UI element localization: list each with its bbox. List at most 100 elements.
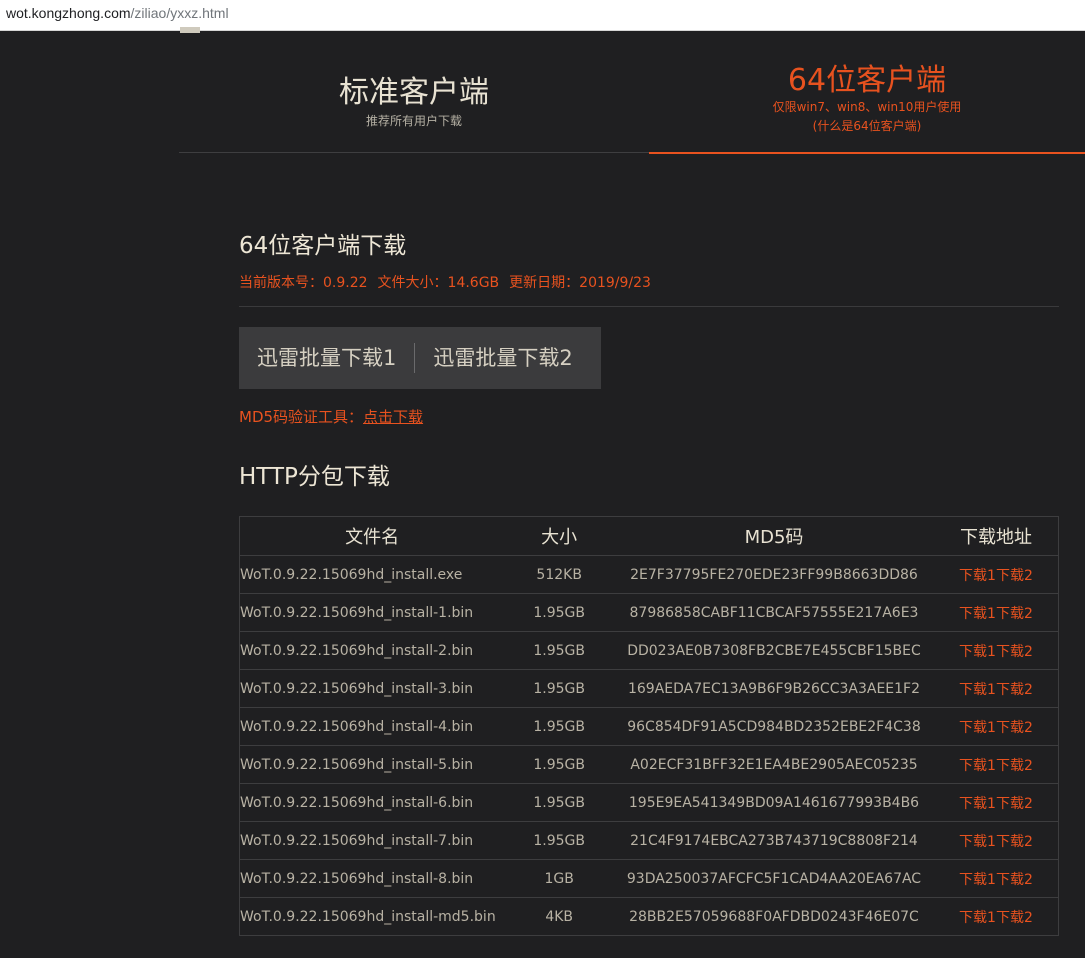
md5-tool: MD5码验证工具：点击下载 bbox=[239, 406, 1059, 427]
file-name: WoT.0.9.22.15069hd_install-4.bin bbox=[239, 707, 505, 746]
download-links: 下载1下载2 bbox=[933, 745, 1059, 784]
download-2-link[interactable]: 下载2 bbox=[996, 834, 1033, 850]
url-path: /ziliao/yxxz.html bbox=[130, 5, 229, 21]
what-is-64bit-link[interactable]: (什么是64位客户端) bbox=[649, 117, 1085, 136]
url-host: wot.kongzhong.com bbox=[6, 5, 131, 21]
md5-hash: DD023AE0B7308FB2CBE7E455CBF15BEC bbox=[614, 631, 934, 670]
download-1-link[interactable]: 下载1 bbox=[959, 568, 996, 584]
table-row: WoT.0.9.22.15069hd_install-2.bin 1.95GB DD… bbox=[239, 631, 1059, 670]
header-download: 下载地址 bbox=[933, 516, 1059, 556]
download-1-link[interactable]: 下载1 bbox=[959, 682, 996, 698]
md5-hash: 21C4F9174EBCA273B743719C8808F214 bbox=[614, 821, 934, 860]
client-tabs: 标准客户端 推荐所有用户下载 64位客户端 仅限win7、win8、win10用… bbox=[179, 50, 1085, 154]
download-links: 下载1下载2 bbox=[933, 593, 1059, 632]
md5-hash: 96C854DF91A5CD984BD2352EBE2F4C38 bbox=[614, 707, 934, 746]
download-1-link[interactable]: 下载1 bbox=[959, 910, 996, 926]
md5-hash: 93DA250037AFCFC5F1CAD4AA20EA67AC bbox=[614, 859, 934, 898]
file-name: WoT.0.9.22.15069hd_install.exe bbox=[239, 555, 505, 594]
tab-64bit-title: 64位客户端 bbox=[787, 63, 947, 98]
table-row: WoT.0.9.22.15069hd_install-6.bin 1.95GB 19… bbox=[239, 783, 1059, 822]
divider bbox=[239, 306, 1059, 307]
md5-hash: 28BB2E57059688F0AFDBD0243F46E07C bbox=[614, 897, 934, 936]
md5-tool-download-link[interactable]: 点击下载 bbox=[363, 408, 423, 426]
cut-off-heading bbox=[180, 25, 320, 33]
download-1-link[interactable]: 下载1 bbox=[959, 720, 996, 736]
file-size-cell: 1.95GB bbox=[504, 631, 615, 670]
download-2-link[interactable]: 下载2 bbox=[996, 720, 1033, 736]
thunder-batch-download-2-button[interactable]: 迅雷批量下载2 bbox=[415, 343, 590, 373]
tab-standard-subtitle: 推荐所有用户下载 bbox=[365, 114, 462, 128]
md5-hash: 195E9EA541349BD09A1461677993B4B6 bbox=[614, 783, 934, 822]
md5-hash: A02ECF31BFF32E1EA4BE2905AEC05235 bbox=[614, 745, 934, 784]
header-filename: 文件名 bbox=[239, 516, 505, 556]
file-name: WoT.0.9.22.15069hd_install-6.bin bbox=[239, 783, 505, 822]
download-1-link[interactable]: 下载1 bbox=[959, 872, 996, 888]
download-icon bbox=[180, 27, 200, 33]
file-size: 文件大小：14.6GB bbox=[377, 275, 500, 291]
download-2-link[interactable]: 下载2 bbox=[996, 796, 1033, 812]
md5-hash: 169AEDA7EC13A9B6F9B26CC3A3AEE1F2 bbox=[614, 669, 934, 708]
download-links: 下载1下载2 bbox=[933, 821, 1059, 860]
download-1-link[interactable]: 下载1 bbox=[959, 834, 996, 850]
http-section-title: HTTP分包下载 bbox=[239, 464, 390, 490]
version-info: 当前版本号：0.9.22 文件大小：14.6GB 更新日期：2019/9/23 bbox=[239, 272, 1059, 292]
file-size-cell: 1GB bbox=[504, 859, 615, 898]
file-name: WoT.0.9.22.15069hd_install-1.bin bbox=[239, 593, 505, 632]
download-2-link[interactable]: 下载2 bbox=[996, 758, 1033, 774]
file-table: 文件名 大小 MD5码 下载地址 WoT.0.9.22.15069hd_inst… bbox=[239, 516, 1059, 936]
download-links: 下载1下载2 bbox=[933, 631, 1059, 670]
address-bar[interactable]: wot.kongzhong.com/ziliao/yxxz.html bbox=[0, 0, 1085, 31]
file-size-cell: 512KB bbox=[504, 555, 615, 594]
file-size-cell: 1.95GB bbox=[504, 745, 615, 784]
md5-tool-label: MD5码验证工具： bbox=[239, 408, 364, 426]
file-name: WoT.0.9.22.15069hd_install-3.bin bbox=[239, 669, 505, 708]
download-2-link[interactable]: 下载2 bbox=[996, 606, 1033, 622]
version-number: 当前版本号：0.9.22 bbox=[239, 275, 368, 291]
table-row: WoT.0.9.22.15069hd_install-1.bin 1.95GB 87… bbox=[239, 593, 1059, 632]
table-row: WoT.0.9.22.15069hd_install.exe 512KB 2E7F3… bbox=[239, 555, 1059, 594]
download-1-link[interactable]: 下载1 bbox=[959, 796, 996, 812]
md5-hash: 87986858CABF11CBCAF57555E217A6E3 bbox=[614, 593, 934, 632]
tab-standard-title: 标准客户端 bbox=[339, 75, 489, 110]
table-row: WoT.0.9.22.15069hd_install-5.bin 1.95GB A0… bbox=[239, 745, 1059, 784]
download-1-link[interactable]: 下载1 bbox=[959, 758, 996, 774]
file-name: WoT.0.9.22.15069hd_install-7.bin bbox=[239, 821, 505, 860]
table-row: WoT.0.9.22.15069hd_install-md5.bin 4KB 28B… bbox=[239, 897, 1059, 936]
download-links: 下载1下载2 bbox=[933, 707, 1059, 746]
table-row: WoT.0.9.22.15069hd_install-3.bin 1.95GB 16… bbox=[239, 669, 1059, 708]
file-size-cell: 1.95GB bbox=[504, 821, 615, 860]
download-2-link[interactable]: 下载2 bbox=[996, 910, 1033, 926]
download-2-link[interactable]: 下载2 bbox=[996, 568, 1033, 584]
thunder-batch-download-1-button[interactable]: 迅雷批量下载1 bbox=[239, 343, 414, 373]
download-2-link[interactable]: 下载2 bbox=[996, 644, 1033, 660]
download-links: 下载1下载2 bbox=[933, 897, 1059, 936]
file-name: WoT.0.9.22.15069hd_install-md5.bin bbox=[239, 897, 505, 936]
table-header-row: 文件名 大小 MD5码 下载地址 bbox=[239, 516, 1059, 556]
download-links: 下载1下载2 bbox=[933, 669, 1059, 708]
tab-standard-client[interactable]: 标准客户端 推荐所有用户下载 bbox=[179, 50, 649, 154]
update-date: 更新日期：2019/9/23 bbox=[509, 275, 651, 291]
section-title: 64位客户端下载 bbox=[239, 233, 407, 259]
url-text[interactable]: wot.kongzhong.com/ziliao/yxxz.html bbox=[6, 5, 229, 21]
file-size-cell: 1.95GB bbox=[504, 707, 615, 746]
download-1-link[interactable]: 下载1 bbox=[959, 644, 996, 660]
file-size-cell: 1.95GB bbox=[504, 593, 615, 632]
download-links: 下载1下载2 bbox=[933, 555, 1059, 594]
header-md5: MD5码 bbox=[614, 516, 934, 556]
file-name: WoT.0.9.22.15069hd_install-2.bin bbox=[239, 631, 505, 670]
file-rows: WoT.0.9.22.15069hd_install.exe 512KB 2E7F3… bbox=[239, 555, 1059, 936]
file-name: WoT.0.9.22.15069hd_install-8.bin bbox=[239, 859, 505, 898]
file-name: WoT.0.9.22.15069hd_install-5.bin bbox=[239, 745, 505, 784]
file-size-cell: 4KB bbox=[504, 897, 615, 936]
table-row: WoT.0.9.22.15069hd_install-8.bin 1GB 93DA2… bbox=[239, 859, 1059, 898]
download-2-link[interactable]: 下载2 bbox=[996, 872, 1033, 888]
download-1-link[interactable]: 下载1 bbox=[959, 606, 996, 622]
thunder-batch-download-bar: 迅雷批量下载1 迅雷批量下载2 bbox=[239, 327, 601, 389]
download-section: 64位客户端下载 当前版本号：0.9.22 文件大小：14.6GB 更新日期：201… bbox=[239, 226, 1059, 491]
md5-hash: 2E7F37795FE270EDE23FF99B8663DD86 bbox=[614, 555, 934, 594]
download-links: 下载1下载2 bbox=[933, 859, 1059, 898]
file-size-cell: 1.95GB bbox=[504, 783, 615, 822]
tab-64bit-requirement: 仅限win7、win8、win10用户使用 bbox=[772, 100, 962, 114]
tab-64bit-client[interactable]: 64位客户端 仅限win7、win8、win10用户使用 (什么是64位客户端) bbox=[649, 50, 1085, 154]
download-2-link[interactable]: 下载2 bbox=[996, 682, 1033, 698]
